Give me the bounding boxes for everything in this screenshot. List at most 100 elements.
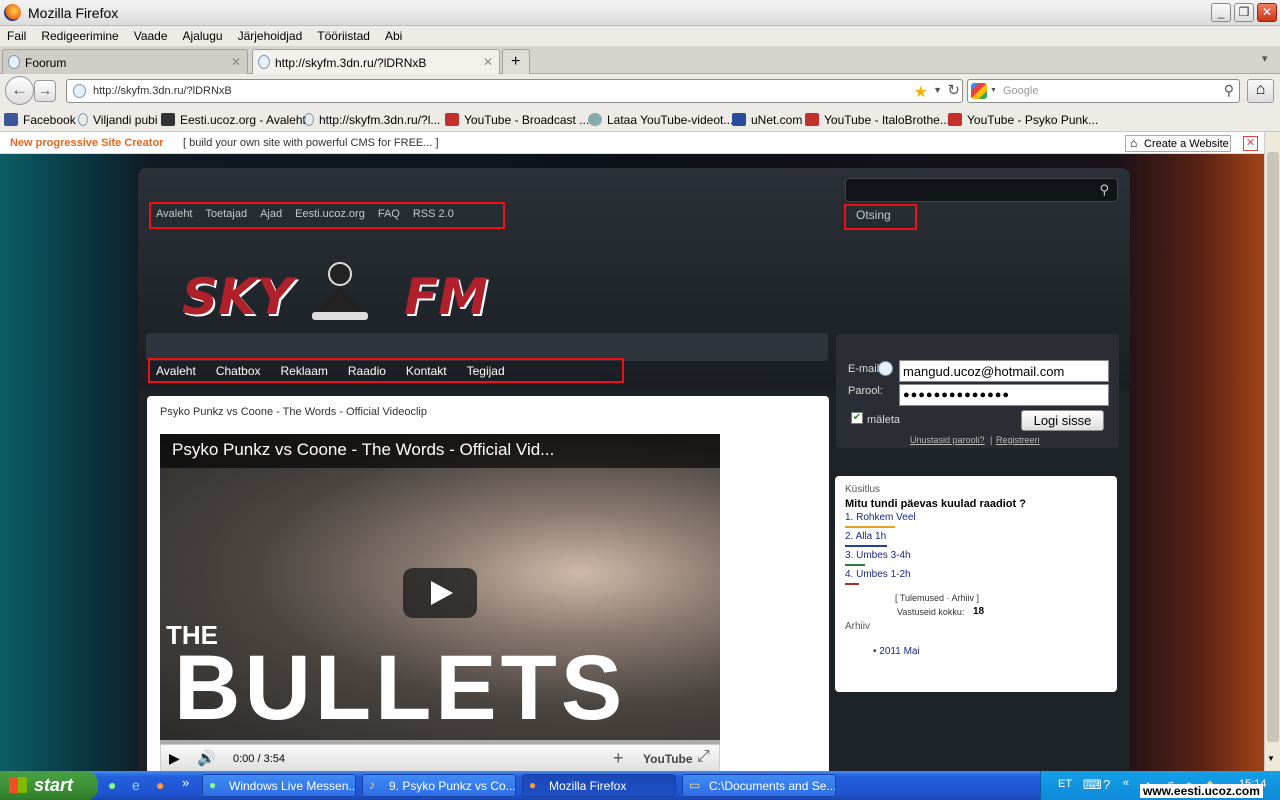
scroll-down-icon[interactable]: ▼	[1267, 754, 1275, 763]
register-link[interactable]: Registreeri	[996, 435, 1040, 445]
site-search-input[interactable]: ⚲	[845, 178, 1118, 202]
taskbar-button-firefox[interactable]: ● Mozilla Firefox	[522, 774, 676, 797]
video-player[interactable]: Psyko Punkz vs Coone - The Words - Offic…	[160, 434, 720, 744]
taskbar-button-messenger[interactable]: ● Windows Live Messen...	[202, 774, 356, 797]
bookmark-item[interactable]: Lataa YouTube-videot...	[588, 113, 733, 127]
globe-icon	[588, 113, 602, 126]
minimize-button[interactable]: _	[1211, 3, 1231, 22]
folder-icon: ▭	[689, 778, 701, 792]
tab-close-icon[interactable]: ✕	[231, 55, 241, 69]
home-icon: ⌂	[1130, 136, 1138, 150]
highlight-box	[844, 204, 917, 230]
windows-logo-icon	[9, 777, 27, 793]
link-separator: |	[990, 435, 993, 445]
poll-total-label: Vastuseid kokku:	[897, 607, 965, 617]
vertical-scrollbar[interactable]: ▼	[1264, 132, 1280, 771]
bookmark-star-icon[interactable]: ★	[914, 82, 928, 102]
logo-text-fm: FM	[404, 268, 488, 326]
skyfm-logo[interactable]: SKY FM	[182, 262, 502, 338]
search-icon[interactable]: ⚲	[1224, 82, 1234, 99]
scrollbar-thumb[interactable]	[1267, 152, 1279, 742]
reload-icon[interactable]: ↻	[947, 81, 960, 99]
email-field[interactable]: mangud.ucoz@hotmail.com	[899, 360, 1109, 382]
language-indicator[interactable]: ET	[1058, 778, 1072, 790]
home-icon[interactable]: ⌂	[1247, 79, 1274, 103]
poll-links[interactable]: [ Tulemused · Arhiiv ]	[895, 593, 979, 603]
create-website-button[interactable]: ⌂ Create a Website	[1125, 135, 1231, 152]
new-tab-button[interactable]: +	[502, 49, 530, 74]
tab-foorum[interactable]: Foorum ✕	[2, 49, 248, 74]
search-placeholder: Google	[1003, 85, 1039, 97]
ie-quicklaunch-icon[interactable]: e	[132, 777, 140, 793]
facebook-icon	[4, 113, 18, 126]
menu-view[interactable]: Vaade	[127, 26, 176, 43]
highlight-box	[149, 202, 505, 229]
tray-expand-icon[interactable]: «	[1123, 777, 1129, 789]
tab-list-icon[interactable]: ▾	[1262, 52, 1268, 65]
maximize-button[interactable]: ❐	[1234, 3, 1254, 22]
messenger-quicklaunch-icon[interactable]: ●	[108, 777, 116, 793]
poll-bar	[845, 564, 865, 566]
menu-bar: Fail Redigeerimine Vaade Ajalugu Järjehoidja…	[0, 26, 1280, 46]
poll-option: 4. Umbes 1-2h	[845, 569, 911, 580]
youtube-logo[interactable]: YouTube	[643, 752, 693, 766]
bookmark-item[interactable]: YouTube - ItaloBrothe...	[805, 113, 950, 127]
keyboard-icon[interactable]: ⌨	[1083, 777, 1102, 793]
password-field[interactable]: ●●●●●●●●●●●●●●	[899, 384, 1109, 406]
url-bar[interactable]: http://skyfm.3dn.ru/?lDRNxB ★ ▼ ↻	[66, 79, 963, 103]
bookmark-item[interactable]: Viljandi pubi	[78, 113, 158, 127]
site-identity-icon[interactable]	[73, 84, 86, 98]
url-dropdown-icon[interactable]: ▼	[933, 85, 942, 95]
back-icon[interactable]: ←	[5, 76, 34, 105]
close-icon[interactable]: ✕	[1243, 136, 1258, 151]
remember-label: mäleta	[867, 414, 901, 426]
remember-checkbox[interactable]: ✔	[851, 412, 863, 424]
poll-question: Mitu tundi päevas kuulad raadiot ?	[845, 498, 1026, 510]
search-icon[interactable]: ⚲	[1099, 182, 1109, 198]
archive-item[interactable]: • 2011 Mai	[873, 646, 920, 657]
menu-file[interactable]: Fail	[0, 26, 34, 43]
url-text: http://skyfm.3dn.ru/?lDRNxB	[93, 85, 232, 97]
promo-tagline[interactable]: [ build your own site with powerful CMS …	[183, 137, 439, 149]
volume-icon[interactable]: 🔊	[197, 749, 216, 767]
menu-help[interactable]: Abi	[378, 26, 410, 43]
play-button-icon[interactable]: ▶	[169, 750, 180, 767]
login-button[interactable]: Logi sisse	[1021, 410, 1104, 431]
youtube-icon	[805, 113, 819, 126]
menu-history[interactable]: Ajalugu	[176, 26, 231, 43]
poll-bar	[845, 526, 895, 528]
content-panel: Psyko Punkz vs Coone - The Words - Offic…	[147, 396, 829, 771]
google-icon[interactable]	[971, 83, 987, 99]
play-icon[interactable]	[403, 568, 477, 618]
bookmark-item[interactable]: Facebook	[4, 113, 76, 127]
bookmark-item[interactable]: uNet.com	[732, 113, 802, 127]
forward-icon[interactable]: →	[34, 80, 56, 102]
firefox-icon	[4, 4, 21, 21]
web-page: Avaleht Toetajad Ajad Eesti.ucoz.org FAQ RSS …	[0, 154, 1264, 771]
video-title[interactable]: Psyko Punkz vs Coone - The Words - Offic…	[172, 440, 554, 460]
bookmark-item[interactable]: YouTube - Psyko Punk...	[948, 113, 1098, 127]
tab-close-icon[interactable]: ✕	[483, 55, 493, 69]
taskbar-button-explorer[interactable]: ▭ C:\Documents and Se...	[682, 774, 836, 797]
bookmark-item[interactable]: Eesti.ucoz.org - Avaleht	[161, 113, 306, 127]
menu-bookmarks[interactable]: Järjehoidjad	[231, 26, 311, 43]
menu-tools[interactable]: Tööriistad	[310, 26, 378, 43]
firefox-quicklaunch-icon[interactable]: ●	[156, 777, 164, 793]
close-button[interactable]: ✕	[1257, 3, 1277, 22]
start-button[interactable]: start	[0, 771, 98, 800]
search-box[interactable]: ▼ Google ⚲	[967, 79, 1240, 103]
ucoz-icon	[8, 55, 20, 69]
forgot-password-link[interactable]: Unustasid parooli?	[910, 435, 985, 445]
taskbar-button-video[interactable]: ♪ 9. Psyko Punkz vs Co...	[362, 774, 516, 797]
engine-dropdown-icon[interactable]: ▼	[990, 87, 997, 94]
content-title: Psyko Punkz vs Coone - The Words - Offic…	[160, 406, 427, 418]
fullscreen-icon[interactable]: ⤢	[697, 748, 710, 766]
bookmark-item[interactable]: YouTube - Broadcast ...	[445, 113, 589, 127]
promo-link[interactable]: New progressive Site Creator	[10, 137, 163, 149]
help-icon[interactable]: ?	[1103, 777, 1110, 792]
more-quicklaunch-icon[interactable]: »	[182, 775, 189, 790]
bookmark-item[interactable]: http://skyfm.3dn.ru/?l...	[304, 113, 440, 127]
tab-skyfm[interactable]: http://skyfm.3dn.ru/?lDRNxB ✕	[252, 49, 500, 74]
menu-edit[interactable]: Redigeerimine	[34, 26, 126, 43]
plus-icon[interactable]: +	[613, 748, 624, 769]
